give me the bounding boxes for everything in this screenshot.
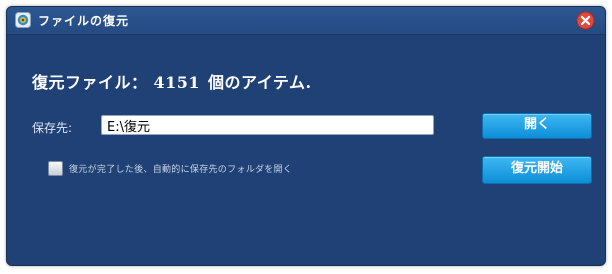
start-recovery-button[interactable]: 復元開始	[482, 156, 592, 184]
restore-dialog: ファイルの復元 復元ファイル： 4151 個のアイテム. 保存先: 開く 復元が完了…	[6, 6, 606, 266]
open-folder-option-label: 復元が完了した後、自動的に保存先のフォルダを開く	[69, 165, 293, 175]
summary-prefix: 復元ファイル：	[32, 73, 148, 92]
summary-suffix: 個のアイテム.	[208, 73, 312, 92]
file-count: 4151	[153, 73, 201, 92]
recovery-summary: 復元ファイル： 4151 個のアイテム.	[32, 69, 312, 93]
save-path-input[interactable]	[101, 115, 434, 135]
window-title: ファイルの復元	[38, 14, 130, 28]
open-folder-checkbox[interactable]	[48, 161, 63, 176]
save-location-label: 保存先:	[32, 121, 73, 135]
close-icon[interactable]	[576, 11, 595, 30]
app-icon	[15, 12, 31, 28]
title-bar: ファイルの復元	[7, 7, 605, 35]
open-button[interactable]: 開く	[482, 113, 592, 139]
